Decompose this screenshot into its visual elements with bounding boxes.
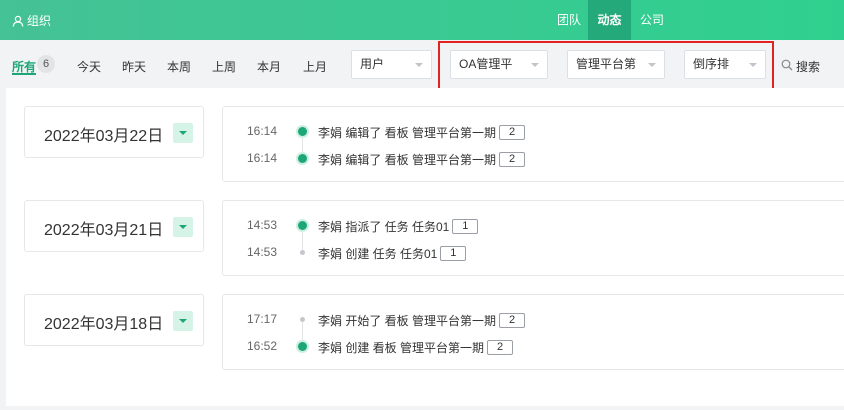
tab-last-month[interactable]: 上月 (303, 58, 327, 75)
event-text[interactable]: 李娟 编辑了 看板 管理平台第一期 (318, 124, 496, 141)
timeline-dot (298, 154, 307, 163)
tab-today[interactable]: 今天 (77, 58, 101, 75)
event-list: 17:17 李娟 开始了 看板 管理平台第一期 2 16:52 李娟 创建 看板 … (222, 294, 844, 370)
date-label: 2022年03月18日 (44, 316, 164, 333)
event-text[interactable]: 李娟 创建 任务 任务01 (318, 245, 437, 262)
event-message: 李娟 创建 看板 管理平台第一期 2 (318, 339, 514, 356)
event-message: 李娟 编辑了 看板 管理平台第一期 2 (318, 124, 526, 141)
event-count: 2 (487, 340, 514, 355)
tab-all-count: 6 (37, 55, 55, 73)
event-text[interactable]: 李娟 创建 看板 管理平台第一期 (318, 339, 484, 356)
list-item: 16:14 李娟 编辑了 看板 管理平台第一期 2 (223, 122, 823, 140)
tab-this-week[interactable]: 本周 (167, 58, 191, 75)
event-text[interactable]: 李娟 指派了 任务 任务01 (318, 218, 449, 235)
event-message: 李娟 指派了 任务 任务01 1 (318, 218, 479, 235)
top-header: 组织 团队 动态 公司 (0, 0, 844, 40)
timeline-dot (300, 250, 305, 255)
org-label: 组织 (27, 14, 52, 28)
event-count: 1 (440, 246, 467, 261)
timeline-dot (298, 221, 307, 230)
event-message: 李娟 编辑了 看板 管理平台第一期 2 (318, 151, 526, 168)
search-icon (781, 59, 793, 74)
tab-yesterday[interactable]: 昨天 (122, 58, 146, 75)
user-icon (12, 15, 24, 27)
date-label: 2022年03月21日 (44, 222, 164, 239)
date-label: 2022年03月22日 (44, 128, 164, 145)
active-tab-indicator (12, 73, 36, 75)
activity-feed: 2022年03月22日 16:14 李娟 编辑了 看板 管理平台第一期 2 16:… (6, 88, 844, 406)
event-count: 2 (499, 125, 526, 140)
event-message: 李娟 开始了 看板 管理平台第一期 2 (318, 312, 526, 329)
event-time: 16:14 (247, 124, 278, 138)
user-select[interactable]: 用户 (351, 50, 432, 79)
tab-this-month[interactable]: 本月 (257, 58, 281, 75)
event-time: 16:52 (247, 339, 278, 353)
collapse-toggle[interactable] (173, 123, 193, 143)
nav-team[interactable]: 团队 (550, 0, 588, 40)
search-label: 搜索 (796, 60, 821, 74)
list-item: 16:14 李娟 编辑了 看板 管理平台第一期 2 (223, 149, 823, 167)
search-button[interactable]: 搜索 (781, 58, 820, 75)
list-item: 14:53 李娟 指派了 任务 任务01 1 (223, 216, 823, 234)
caret-down-icon (179, 225, 187, 229)
list-item: 17:17 李娟 开始了 看板 管理平台第一期 2 (223, 310, 823, 328)
timeline-dot (300, 317, 305, 322)
event-list: 14:53 李娟 指派了 任务 任务01 1 14:53 李娟 创建 任务 任务0… (222, 200, 844, 276)
chevron-down-icon (415, 63, 423, 67)
list-item: 14:53 李娟 创建 任务 任务01 1 (223, 243, 823, 261)
event-count: 2 (499, 152, 526, 167)
event-count: 2 (499, 313, 526, 328)
nav-company[interactable]: 公司 (631, 0, 673, 40)
date-header: 2022年03月21日 (24, 200, 204, 252)
event-time: 14:53 (247, 245, 278, 259)
date-header: 2022年03月22日 (24, 106, 204, 158)
event-count: 1 (452, 219, 479, 234)
nav-activity[interactable]: 动态 (588, 0, 631, 40)
event-time: 14:53 (247, 218, 278, 232)
event-time: 17:17 (247, 312, 278, 326)
event-text[interactable]: 李娟 开始了 看板 管理平台第一期 (318, 312, 496, 329)
timeline-dot (298, 127, 307, 136)
timeline-dot (298, 342, 307, 351)
list-item: 16:52 李娟 创建 看板 管理平台第一期 2 (223, 337, 823, 355)
event-time: 16:14 (247, 151, 278, 165)
caret-down-icon (179, 319, 187, 323)
user-select-value: 用户 (360, 57, 385, 71)
caret-down-icon (179, 131, 187, 135)
event-text[interactable]: 李娟 编辑了 看板 管理平台第一期 (318, 151, 496, 168)
collapse-toggle[interactable] (173, 311, 193, 331)
tab-last-week[interactable]: 上周 (212, 58, 236, 75)
event-list: 16:14 李娟 编辑了 看板 管理平台第一期 2 16:14 李娟 编辑了 看板… (222, 106, 844, 182)
org-switcher[interactable]: 组织 (12, 12, 51, 29)
event-message: 李娟 创建 任务 任务01 1 (318, 245, 467, 262)
collapse-toggle[interactable] (173, 217, 193, 237)
date-header: 2022年03月18日 (24, 294, 204, 346)
